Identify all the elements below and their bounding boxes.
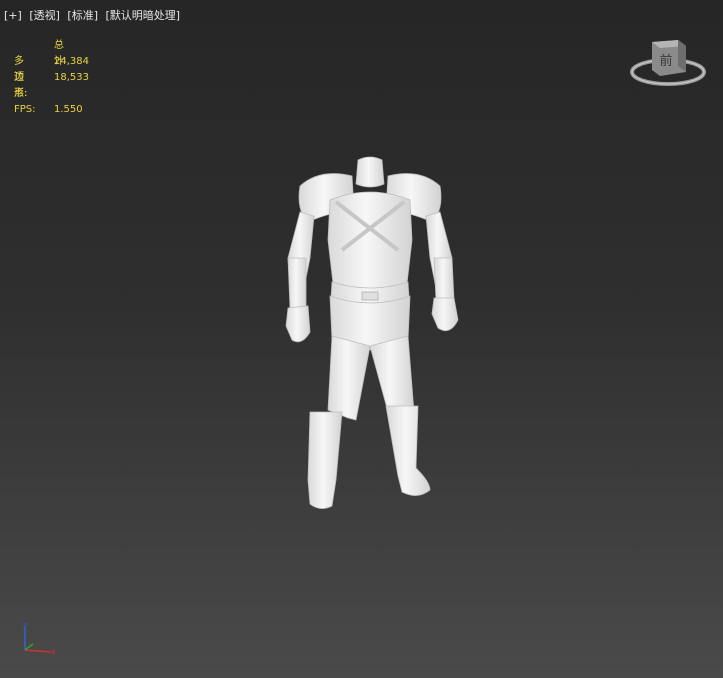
axis-tripod: z x xyxy=(23,621,56,656)
polygons-value: 24,384 xyxy=(54,56,89,67)
y-axis-line xyxy=(24,643,34,651)
viewcube-navigator[interactable]: 前 xyxy=(628,32,708,92)
viewport-view-standard[interactable]: [标准] xyxy=(67,9,98,22)
vertices-value: 18,533 xyxy=(54,72,89,83)
x-axis-line xyxy=(24,649,52,653)
model-right-thigh xyxy=(369,335,415,413)
model-belt-buckle xyxy=(361,291,379,301)
viewport-shading-mode[interactable]: [默认明暗处理] xyxy=(106,9,181,22)
character-model[interactable] xyxy=(270,150,470,520)
model-right-forearm xyxy=(433,257,455,301)
viewport-label-bar: [+] [透视] [标准] [默认明暗处理] xyxy=(4,7,184,23)
model-left-hand xyxy=(285,305,311,343)
model-left-forearm xyxy=(287,257,307,309)
model-left-boot xyxy=(307,411,343,509)
fps-value: 1.550 xyxy=(54,104,83,115)
model-right-boot xyxy=(385,405,431,496)
viewport-view-perspective[interactable]: [透视] xyxy=(29,9,60,22)
viewport-menu-plus[interactable]: [+] xyxy=(4,9,22,22)
fps-label: FPS: xyxy=(14,104,36,115)
model-neck xyxy=(355,156,385,188)
model-right-hand xyxy=(431,297,459,332)
z-axis-label: z xyxy=(23,621,27,630)
x-axis-label: x xyxy=(51,647,56,656)
viewcube-front-label[interactable]: 前 xyxy=(659,53,672,69)
model-left-thigh xyxy=(327,335,371,421)
vertices-label: 顶点: xyxy=(14,72,28,99)
